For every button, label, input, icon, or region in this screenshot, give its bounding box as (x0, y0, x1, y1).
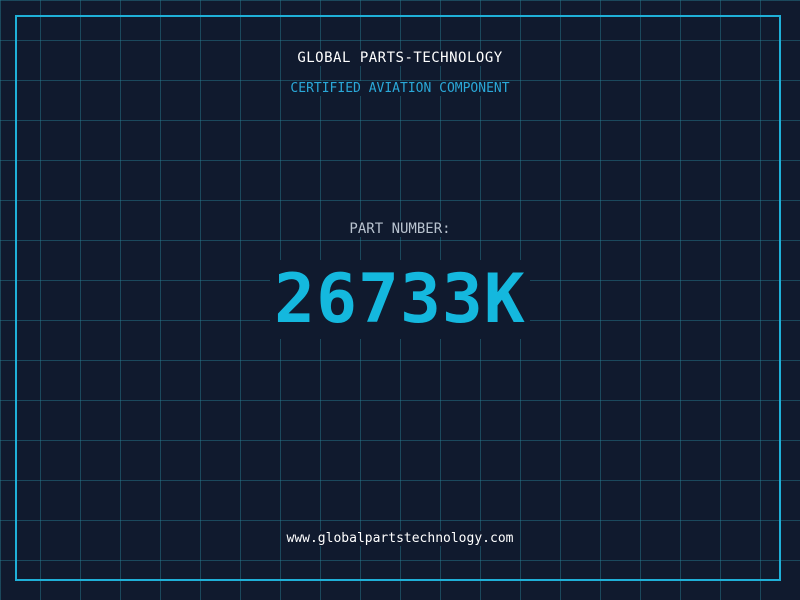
website-link-text[interactable]: www.globalpartstechnology.com (284, 531, 516, 546)
company-name-text: GLOBAL PARTS-TECHNOLOGY (295, 50, 505, 66)
tagline: CERTIFIED AVIATION COMPONENT (0, 79, 800, 99)
tagline-text: CERTIFIED AVIATION COMPONENT (288, 81, 512, 96)
part-number-value: 26733K (0, 258, 800, 342)
part-number-label: PART NUMBER: (0, 219, 800, 239)
part-number-value-text: 26733K (270, 260, 530, 339)
company-name: GLOBAL PARTS-TECHNOLOGY (0, 48, 800, 68)
part-label-card: GLOBAL PARTS-TECHNOLOGY CERTIFIED AVIATI… (0, 0, 800, 600)
part-number-label-text: PART NUMBER: (347, 221, 453, 237)
website-link[interactable]: www.globalpartstechnology.com (0, 529, 800, 549)
